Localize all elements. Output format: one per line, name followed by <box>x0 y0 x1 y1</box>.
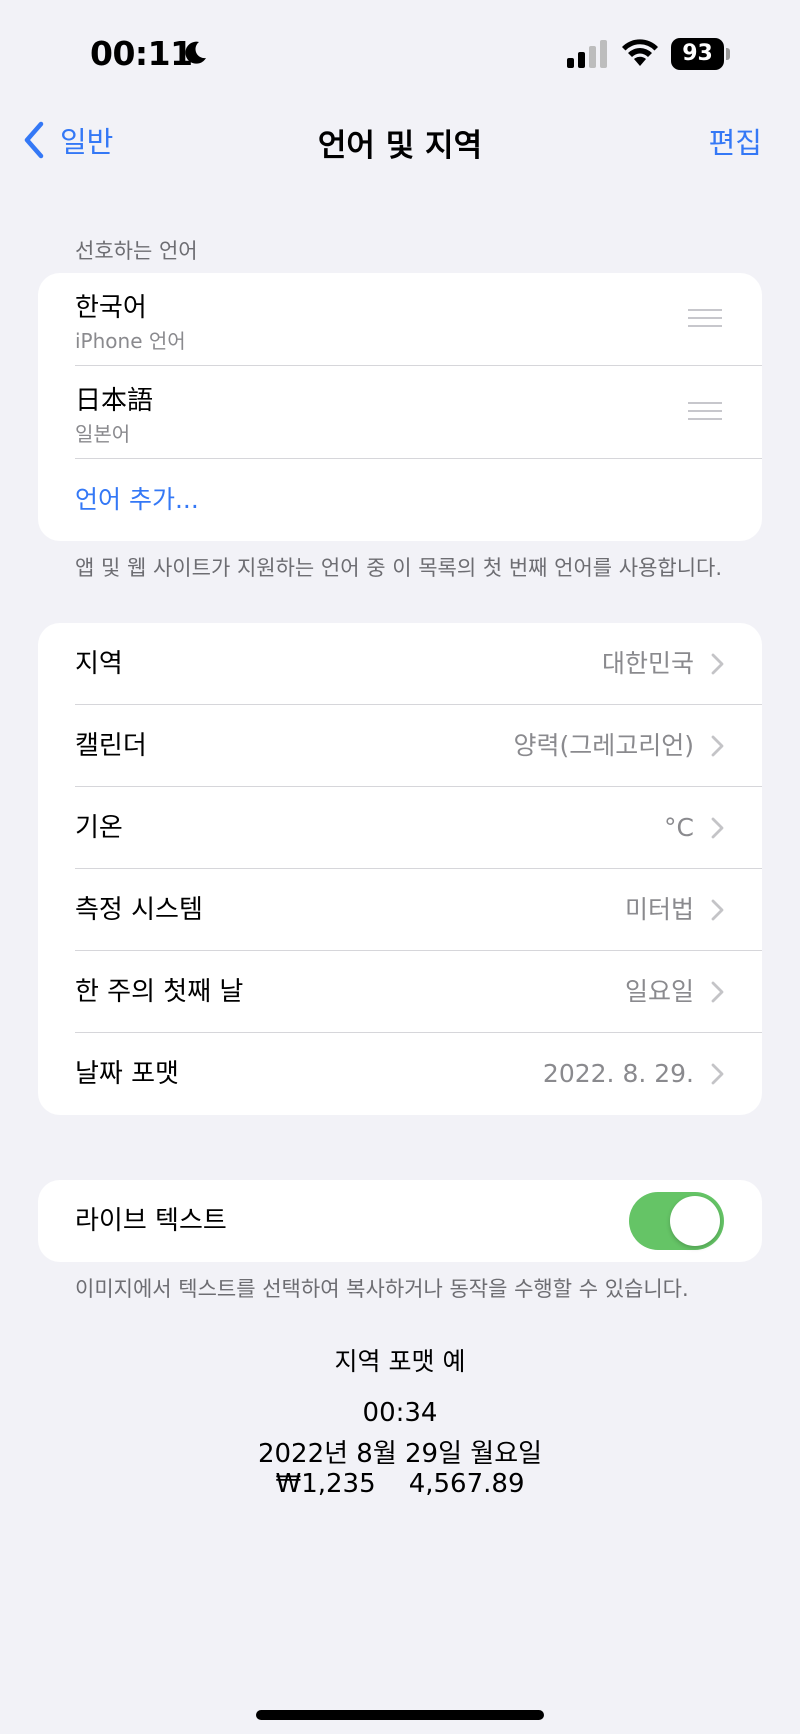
setting-value: 미터법 <box>624 895 694 924</box>
chevron-right-icon <box>711 899 724 921</box>
chevron-right-icon <box>711 735 724 757</box>
setting-row-measurement-system[interactable]: 측정 시스템 미터법 <box>38 869 762 951</box>
page-title: 언어 및 지역 <box>317 128 483 164</box>
battery-indicator: 93 <box>671 38 731 70</box>
region-settings-card: 지역 대한민국 캘린더 양력(그레고리언) 기온 °C 측정 시스템 미터법 한… <box>38 623 762 1115</box>
setting-value: 대한민국 <box>601 649 694 678</box>
region-format-example-time: 00:34 <box>362 1398 438 1428</box>
add-language-button[interactable]: 언어 추가... <box>38 459 762 541</box>
wifi-icon <box>622 39 658 66</box>
battery-nub <box>726 48 730 60</box>
region-format-example-date: 2022년 8월 29일 월요일 <box>257 1439 543 1469</box>
preferred-languages-footer: 앱 및 웹 사이트가 지원하는 언어 중 이 목록의 첫 번째 언어를 사용합니… <box>75 556 723 580</box>
setting-row-first-day-of-week[interactable]: 한 주의 첫째 날 일요일 <box>38 951 762 1033</box>
setting-row-region[interactable]: 지역 대한민국 <box>38 623 762 705</box>
moon-icon <box>185 41 206 64</box>
language-subtitle: iPhone 언어 <box>75 329 186 353</box>
preferred-languages-header: 선호하는 언어 <box>75 239 198 263</box>
language-row-japanese[interactable]: 日本語 일본어 <box>38 366 762 459</box>
reorder-handle-icon[interactable] <box>688 402 722 424</box>
edit-button[interactable]: 편집 <box>709 120 762 162</box>
setting-value: °C <box>664 813 694 842</box>
setting-label: 한 주의 첫째 날 <box>75 977 244 1007</box>
setting-row-temperature[interactable]: 기온 °C <box>38 787 762 869</box>
language-row-korean[interactable]: 한국어 iPhone 언어 <box>38 273 762 366</box>
status-bar: 00:11 93 <box>0 0 800 110</box>
reorder-handle-icon[interactable] <box>688 309 722 331</box>
status-time: 00:11 <box>90 34 193 73</box>
chevron-right-icon <box>711 653 724 675</box>
setting-label: 측정 시스템 <box>75 895 203 925</box>
setting-label: 기온 <box>75 813 123 843</box>
chevron-right-icon <box>711 817 724 839</box>
live-text-row: 라이브 텍스트 <box>38 1180 762 1262</box>
region-format-example-title: 지역 포맷 예 <box>334 1347 466 1376</box>
setting-row-date-format[interactable]: 날짜 포맷 2022. 8. 29. <box>38 1033 762 1115</box>
battery-level: 93 <box>671 38 724 70</box>
toggle-knob <box>670 1196 720 1246</box>
setting-value: 양력(그레고리언) <box>513 731 694 760</box>
live-text-toggle[interactable] <box>629 1192 724 1250</box>
chevron-right-icon <box>711 981 724 1003</box>
language-subtitle: 일본어 <box>75 422 131 446</box>
setting-value: 일요일 <box>624 977 694 1006</box>
language-name: 한국어 <box>75 293 147 323</box>
setting-value: 2022. 8. 29. <box>542 1059 694 1088</box>
setting-label: 날짜 포맷 <box>75 1059 179 1089</box>
cellular-signal-icon <box>567 40 607 68</box>
setting-label: 캘린더 <box>75 731 147 761</box>
setting-label: 지역 <box>75 649 123 679</box>
home-indicator[interactable] <box>256 1710 544 1720</box>
live-text-label: 라이브 텍스트 <box>75 1206 227 1236</box>
live-text-card: 라이브 텍스트 <box>38 1180 762 1262</box>
preferred-languages-card: 한국어 iPhone 언어 日本語 일본어 언어 추가... <box>38 273 762 541</box>
chevron-right-icon <box>711 1063 724 1085</box>
setting-row-calendar[interactable]: 캘린더 양력(그레고리언) <box>38 705 762 787</box>
language-name: 日本語 <box>75 386 154 416</box>
live-text-footer: 이미지에서 텍스트를 선택하여 복사하거나 동작을 수행할 수 있습니다. <box>75 1277 689 1301</box>
region-format-example-numbers: ₩1,235 4,567.89 <box>275 1469 525 1499</box>
